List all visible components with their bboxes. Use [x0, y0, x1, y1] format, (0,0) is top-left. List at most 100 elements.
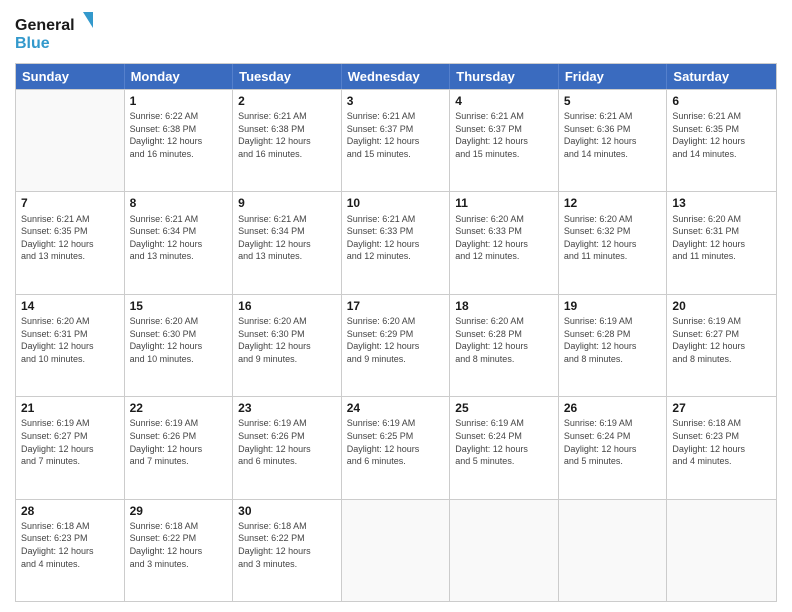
- day-number: 19: [564, 298, 662, 314]
- day-number: 30: [238, 503, 336, 519]
- day-number: 12: [564, 195, 662, 211]
- day-number: 23: [238, 400, 336, 416]
- day-info: Sunrise: 6:19 AM Sunset: 6:25 PM Dayligh…: [347, 417, 445, 467]
- day-info: Sunrise: 6:20 AM Sunset: 6:30 PM Dayligh…: [130, 315, 228, 365]
- day-number: 13: [672, 195, 771, 211]
- day-info: Sunrise: 6:18 AM Sunset: 6:23 PM Dayligh…: [21, 520, 119, 570]
- day-number: 21: [21, 400, 119, 416]
- day-number: 5: [564, 93, 662, 109]
- calendar-day-cell: 19Sunrise: 6:19 AM Sunset: 6:28 PM Dayli…: [559, 295, 668, 396]
- day-info: Sunrise: 6:19 AM Sunset: 6:27 PM Dayligh…: [21, 417, 119, 467]
- day-number: 2: [238, 93, 336, 109]
- day-info: Sunrise: 6:20 AM Sunset: 6:31 PM Dayligh…: [21, 315, 119, 365]
- day-info: Sunrise: 6:22 AM Sunset: 6:38 PM Dayligh…: [130, 110, 228, 160]
- day-number: 22: [130, 400, 228, 416]
- day-info: Sunrise: 6:20 AM Sunset: 6:32 PM Dayligh…: [564, 213, 662, 263]
- day-number: 25: [455, 400, 553, 416]
- calendar: SundayMondayTuesdayWednesdayThursdayFrid…: [15, 63, 777, 602]
- day-number: 8: [130, 195, 228, 211]
- weekday-header: Tuesday: [233, 64, 342, 89]
- calendar-day-cell: 5Sunrise: 6:21 AM Sunset: 6:36 PM Daylig…: [559, 90, 668, 191]
- day-number: 27: [672, 400, 771, 416]
- logo: General Blue: [15, 10, 95, 55]
- day-info: Sunrise: 6:21 AM Sunset: 6:37 PM Dayligh…: [455, 110, 553, 160]
- calendar-day-cell: 20Sunrise: 6:19 AM Sunset: 6:27 PM Dayli…: [667, 295, 776, 396]
- day-number: 15: [130, 298, 228, 314]
- weekday-header: Friday: [559, 64, 668, 89]
- day-number: 16: [238, 298, 336, 314]
- day-info: Sunrise: 6:20 AM Sunset: 6:28 PM Dayligh…: [455, 315, 553, 365]
- day-info: Sunrise: 6:21 AM Sunset: 6:38 PM Dayligh…: [238, 110, 336, 160]
- day-number: 9: [238, 195, 336, 211]
- day-info: Sunrise: 6:21 AM Sunset: 6:35 PM Dayligh…: [21, 213, 119, 263]
- weekday-header: Wednesday: [342, 64, 451, 89]
- calendar-day-cell: 16Sunrise: 6:20 AM Sunset: 6:30 PM Dayli…: [233, 295, 342, 396]
- calendar-day-cell: 27Sunrise: 6:18 AM Sunset: 6:23 PM Dayli…: [667, 397, 776, 498]
- day-number: 29: [130, 503, 228, 519]
- weekday-header: Saturday: [667, 64, 776, 89]
- day-info: Sunrise: 6:20 AM Sunset: 6:29 PM Dayligh…: [347, 315, 445, 365]
- empty-cell: [342, 500, 451, 601]
- calendar-day-cell: 10Sunrise: 6:21 AM Sunset: 6:33 PM Dayli…: [342, 192, 451, 293]
- empty-cell: [667, 500, 776, 601]
- day-info: Sunrise: 6:21 AM Sunset: 6:36 PM Dayligh…: [564, 110, 662, 160]
- day-number: 18: [455, 298, 553, 314]
- calendar-day-cell: 29Sunrise: 6:18 AM Sunset: 6:22 PM Dayli…: [125, 500, 234, 601]
- day-info: Sunrise: 6:18 AM Sunset: 6:23 PM Dayligh…: [672, 417, 771, 467]
- weekday-header: Sunday: [16, 64, 125, 89]
- weekday-header: Thursday: [450, 64, 559, 89]
- calendar-day-cell: 15Sunrise: 6:20 AM Sunset: 6:30 PM Dayli…: [125, 295, 234, 396]
- calendar-day-cell: 14Sunrise: 6:20 AM Sunset: 6:31 PM Dayli…: [16, 295, 125, 396]
- calendar-day-cell: 6Sunrise: 6:21 AM Sunset: 6:35 PM Daylig…: [667, 90, 776, 191]
- calendar-day-cell: 3Sunrise: 6:21 AM Sunset: 6:37 PM Daylig…: [342, 90, 451, 191]
- day-number: 24: [347, 400, 445, 416]
- day-info: Sunrise: 6:21 AM Sunset: 6:34 PM Dayligh…: [130, 213, 228, 263]
- svg-text:Blue: Blue: [15, 35, 50, 52]
- day-info: Sunrise: 6:21 AM Sunset: 6:37 PM Dayligh…: [347, 110, 445, 160]
- day-info: Sunrise: 6:19 AM Sunset: 6:24 PM Dayligh…: [564, 417, 662, 467]
- day-info: Sunrise: 6:19 AM Sunset: 6:26 PM Dayligh…: [238, 417, 336, 467]
- calendar-day-cell: 17Sunrise: 6:20 AM Sunset: 6:29 PM Dayli…: [342, 295, 451, 396]
- day-number: 26: [564, 400, 662, 416]
- calendar-day-cell: 1Sunrise: 6:22 AM Sunset: 6:38 PM Daylig…: [125, 90, 234, 191]
- empty-cell: [559, 500, 668, 601]
- day-info: Sunrise: 6:21 AM Sunset: 6:34 PM Dayligh…: [238, 213, 336, 263]
- calendar-body: 1Sunrise: 6:22 AM Sunset: 6:38 PM Daylig…: [16, 89, 776, 601]
- calendar-day-cell: 18Sunrise: 6:20 AM Sunset: 6:28 PM Dayli…: [450, 295, 559, 396]
- day-info: Sunrise: 6:20 AM Sunset: 6:31 PM Dayligh…: [672, 213, 771, 263]
- calendar-day-cell: 7 Sunrise: 6:21 AM Sunset: 6:35 PM Daylig…: [16, 192, 125, 293]
- calendar-day-cell: 23Sunrise: 6:19 AM Sunset: 6:26 PM Dayli…: [233, 397, 342, 498]
- day-info: Sunrise: 6:20 AM Sunset: 6:30 PM Dayligh…: [238, 315, 336, 365]
- calendar-header: SundayMondayTuesdayWednesdayThursdayFrid…: [16, 64, 776, 89]
- calendar-row: 21Sunrise: 6:19 AM Sunset: 6:27 PM Dayli…: [16, 396, 776, 498]
- day-info: Sunrise: 6:18 AM Sunset: 6:22 PM Dayligh…: [238, 520, 336, 570]
- day-number: 7: [21, 195, 119, 211]
- day-info: Sunrise: 6:21 AM Sunset: 6:35 PM Dayligh…: [672, 110, 771, 160]
- day-number: 20: [672, 298, 771, 314]
- calendar-day-cell: 4Sunrise: 6:21 AM Sunset: 6:37 PM Daylig…: [450, 90, 559, 191]
- calendar-row: 14Sunrise: 6:20 AM Sunset: 6:31 PM Dayli…: [16, 294, 776, 396]
- day-info: Sunrise: 6:19 AM Sunset: 6:28 PM Dayligh…: [564, 315, 662, 365]
- day-info: Sunrise: 6:18 AM Sunset: 6:22 PM Dayligh…: [130, 520, 228, 570]
- day-info: Sunrise: 6:20 AM Sunset: 6:33 PM Dayligh…: [455, 213, 553, 263]
- day-number: 1: [130, 93, 228, 109]
- calendar-day-cell: 12 Sunrise: 6:20 AM Sunset: 6:32 PM Dayli…: [559, 192, 668, 293]
- day-info: Sunrise: 6:19 AM Sunset: 6:24 PM Dayligh…: [455, 417, 553, 467]
- day-number: 11: [455, 195, 553, 211]
- calendar-day-cell: 30Sunrise: 6:18 AM Sunset: 6:22 PM Dayli…: [233, 500, 342, 601]
- calendar-day-cell: 11 Sunrise: 6:20 AM Sunset: 6:33 PM Dayli…: [450, 192, 559, 293]
- header: General Blue: [15, 10, 777, 55]
- calendar-day-cell: 22Sunrise: 6:19 AM Sunset: 6:26 PM Dayli…: [125, 397, 234, 498]
- calendar-day-cell: 21Sunrise: 6:19 AM Sunset: 6:27 PM Dayli…: [16, 397, 125, 498]
- day-number: 10: [347, 195, 445, 211]
- calendar-page: General Blue SundayMondayTuesdayWednesda…: [0, 0, 792, 612]
- day-number: 14: [21, 298, 119, 314]
- calendar-day-cell: 2Sunrise: 6:21 AM Sunset: 6:38 PM Daylig…: [233, 90, 342, 191]
- day-number: 4: [455, 93, 553, 109]
- calendar-row: 1Sunrise: 6:22 AM Sunset: 6:38 PM Daylig…: [16, 89, 776, 191]
- calendar-day-cell: 28Sunrise: 6:18 AM Sunset: 6:23 PM Dayli…: [16, 500, 125, 601]
- logo-svg: General Blue: [15, 10, 95, 55]
- empty-cell: [450, 500, 559, 601]
- svg-text:General: General: [15, 17, 75, 34]
- day-info: Sunrise: 6:19 AM Sunset: 6:26 PM Dayligh…: [130, 417, 228, 467]
